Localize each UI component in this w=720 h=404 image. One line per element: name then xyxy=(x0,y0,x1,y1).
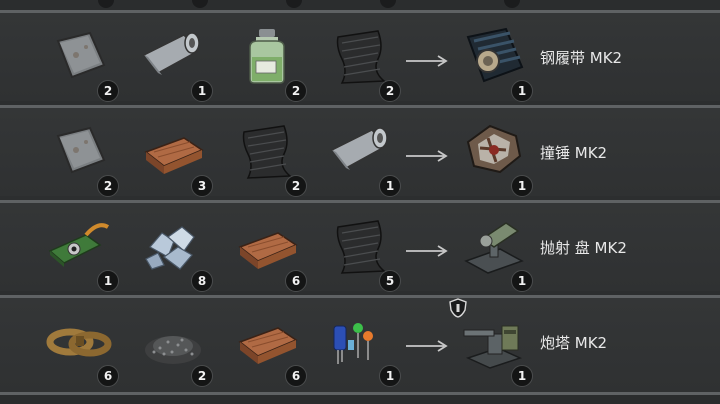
crystal-chunks-icon xyxy=(145,226,195,270)
ingredient-slot[interactable]: 2 xyxy=(230,27,307,102)
ingredient-slot[interactable]: 2 xyxy=(324,27,401,102)
ingredient-slot[interactable]: 1 xyxy=(324,312,401,387)
ingredient-count: 5 xyxy=(379,270,401,292)
ingredient-count: 2 xyxy=(379,80,401,102)
ingredient-count: 2 xyxy=(285,80,307,102)
wood-plank-icon xyxy=(238,232,298,269)
ingredient-count: 6 xyxy=(97,365,119,387)
result-count: 1 xyxy=(511,270,533,292)
ingredient-slot[interactable]: 5 xyxy=(324,217,401,292)
ingredient-count: 1 xyxy=(191,80,213,102)
count-badge xyxy=(286,0,302,8)
ingredient-count: 2 xyxy=(97,80,119,102)
count-badge xyxy=(98,0,114,8)
circuit-board-icon xyxy=(48,223,110,267)
recipe-row[interactable]: 2 3 2 1 1 撞锤 MK2 xyxy=(0,105,720,197)
arrow-right-icon xyxy=(406,150,448,162)
turret-icon xyxy=(463,325,523,369)
ingredient-slot[interactable]: 6 xyxy=(230,217,307,292)
result-name: 撞锤 MK2 xyxy=(540,144,608,162)
result-name: 炮塔 MK2 xyxy=(540,334,608,352)
recipe-row[interactable]: 2 1 2 2 1 钢履带 MK2 xyxy=(0,10,720,102)
arrow-right-icon xyxy=(406,245,448,257)
result-name: 抛射 盘 MK2 xyxy=(540,239,627,257)
ingredient-slot[interactable]: 2 xyxy=(136,312,213,387)
metal-plate-icon xyxy=(56,126,106,174)
result-count: 1 xyxy=(511,80,533,102)
recipe-row[interactable]: 6 2 6 1 1 炮塔 MK2 xyxy=(0,295,720,392)
tank-tracks-icon xyxy=(466,27,524,83)
steel-roll-icon xyxy=(142,32,200,75)
electronic-components-icon xyxy=(333,323,373,364)
ingredient-count: 6 xyxy=(285,365,307,387)
metal-plate-icon xyxy=(56,31,106,79)
wood-plank-icon xyxy=(238,327,298,364)
ingredient-count: 2 xyxy=(97,175,119,197)
count-badge xyxy=(504,0,520,8)
ingredient-count: 1 xyxy=(379,365,401,387)
carbon-fabric-icon xyxy=(242,125,292,179)
result-slot[interactable]: 1 xyxy=(456,312,533,387)
disc-launcher-icon xyxy=(464,222,524,274)
chemical-jar-icon xyxy=(249,29,285,84)
ingredient-slot[interactable]: 1 xyxy=(136,27,213,102)
ingredient-slot[interactable]: 2 xyxy=(230,122,307,197)
ingredient-slot[interactable]: 3 xyxy=(136,122,213,197)
result-count: 1 xyxy=(511,175,533,197)
arrow-right-icon xyxy=(406,340,448,352)
ingredient-count: 3 xyxy=(191,175,213,197)
ingredient-count: 8 xyxy=(191,270,213,292)
result-slot[interactable]: 1 xyxy=(456,217,533,292)
ingredient-slot[interactable]: 6 xyxy=(42,312,119,387)
result-count: 1 xyxy=(511,365,533,387)
ingredient-slot[interactable]: 6 xyxy=(230,312,307,387)
ingredient-slot[interactable]: 2 xyxy=(42,27,119,102)
list-bottom-edge xyxy=(0,392,720,404)
previous-row-edge xyxy=(0,0,720,10)
ingredient-count: 6 xyxy=(285,270,307,292)
ingredient-count: 1 xyxy=(97,270,119,292)
ingredient-count: 2 xyxy=(285,175,307,197)
steel-roll-icon xyxy=(330,127,388,170)
arrow-right-icon xyxy=(406,55,448,67)
ingredient-slot[interactable]: 8 xyxy=(136,217,213,292)
result-name: 钢履带 MK2 xyxy=(540,49,623,67)
ingredient-count: 2 xyxy=(191,365,213,387)
leather-straps-icon xyxy=(46,328,112,357)
gravel-pile-icon xyxy=(145,336,201,364)
ingredient-slot[interactable]: 1 xyxy=(324,122,401,197)
carbon-fabric-icon xyxy=(336,220,386,274)
result-slot[interactable]: 1 xyxy=(456,122,533,197)
ram-icon xyxy=(466,124,522,174)
ingredient-slot[interactable]: 2 xyxy=(42,122,119,197)
ingredient-count: 1 xyxy=(379,175,401,197)
recipe-row[interactable]: 1 8 6 5 1 抛射 盘 MK2 xyxy=(0,200,720,292)
ingredient-slot[interactable]: 1 xyxy=(42,217,119,292)
wood-plank-icon xyxy=(144,137,204,174)
result-slot[interactable]: 1 xyxy=(456,27,533,102)
carbon-fabric-icon xyxy=(336,30,386,84)
count-badge xyxy=(380,0,396,8)
count-badge xyxy=(192,0,208,8)
